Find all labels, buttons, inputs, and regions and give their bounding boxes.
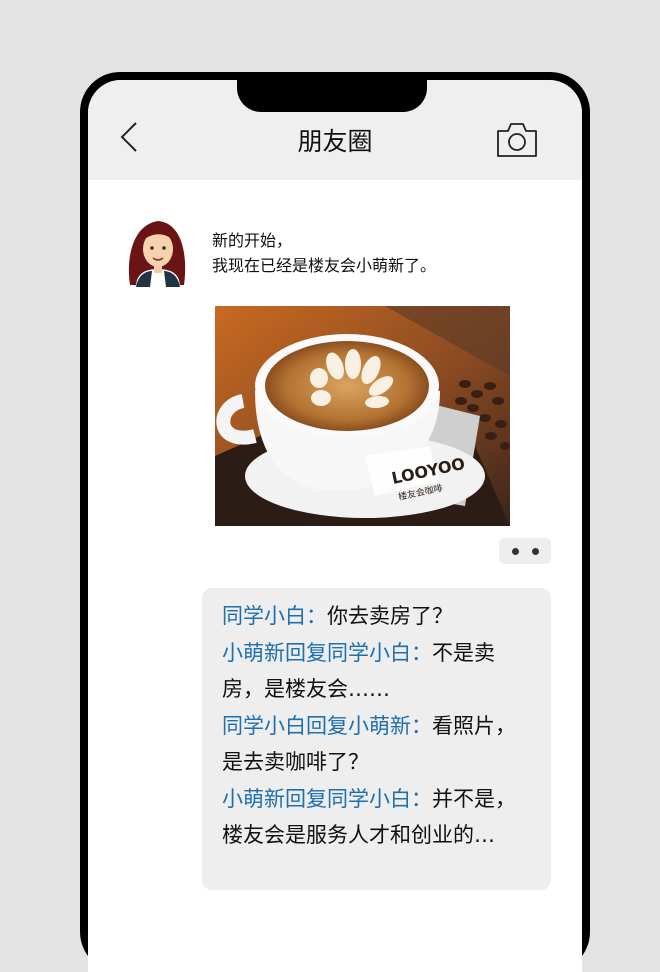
comment-author[interactable]: 同学小白回复小萌新	[222, 714, 411, 738]
post-text: 新的开始， 我现在已经是楼友会小萌新了。	[212, 228, 436, 278]
camera-icon	[497, 123, 537, 157]
comment-item[interactable]: 小萌新回复同学小白：并不是，楼友会是服务人才和创业的…	[222, 781, 533, 854]
post-photo[interactable]: LOOYOO 楼友会咖啡	[215, 306, 510, 526]
comment-text: 你去卖房了？	[327, 604, 453, 628]
comment-separator: ：	[411, 713, 432, 738]
dot	[512, 548, 519, 555]
comment-separator: ：	[411, 786, 432, 811]
phone-screen: 朋友圈 新的开始， 我现在已经是楼友会小萌新了。 LOOYOO 楼友会咖啡 同学…	[88, 80, 582, 972]
post-text-line-1: 新的开始，	[212, 231, 293, 250]
phone-frame: 朋友圈 新的开始， 我现在已经是楼友会小萌新了。 LOOYOO 楼友会咖啡 同学…	[80, 72, 590, 972]
post-text-line-2: 我现在已经是楼友会小萌新了。	[212, 256, 437, 275]
camera-button[interactable]	[496, 122, 538, 158]
comment-author[interactable]: 小萌新回复同学小白	[222, 641, 411, 665]
comment-item[interactable]: 同学小白：你去卖房了？	[222, 598, 533, 635]
comment-item[interactable]: 同学小白回复小萌新：看照片，是去卖咖啡了？	[222, 708, 533, 781]
comment-author[interactable]: 小萌新回复同学小白	[222, 787, 411, 811]
avatar[interactable]	[122, 215, 192, 287]
comment-item[interactable]: 小萌新回复同学小白：不是卖房，是楼友会……	[222, 635, 533, 708]
comment-separator: ：	[306, 604, 327, 628]
comment-author[interactable]: 同学小白	[222, 604, 306, 628]
dot	[532, 548, 539, 555]
comment-section: 同学小白：你去卖房了？ 小萌新回复同学小白：不是卖房，是楼友会…… 同学小白回复…	[202, 588, 551, 890]
more-dots-icon[interactable]	[499, 538, 551, 564]
phone-notch	[237, 80, 427, 112]
comment-separator: ：	[411, 640, 432, 665]
